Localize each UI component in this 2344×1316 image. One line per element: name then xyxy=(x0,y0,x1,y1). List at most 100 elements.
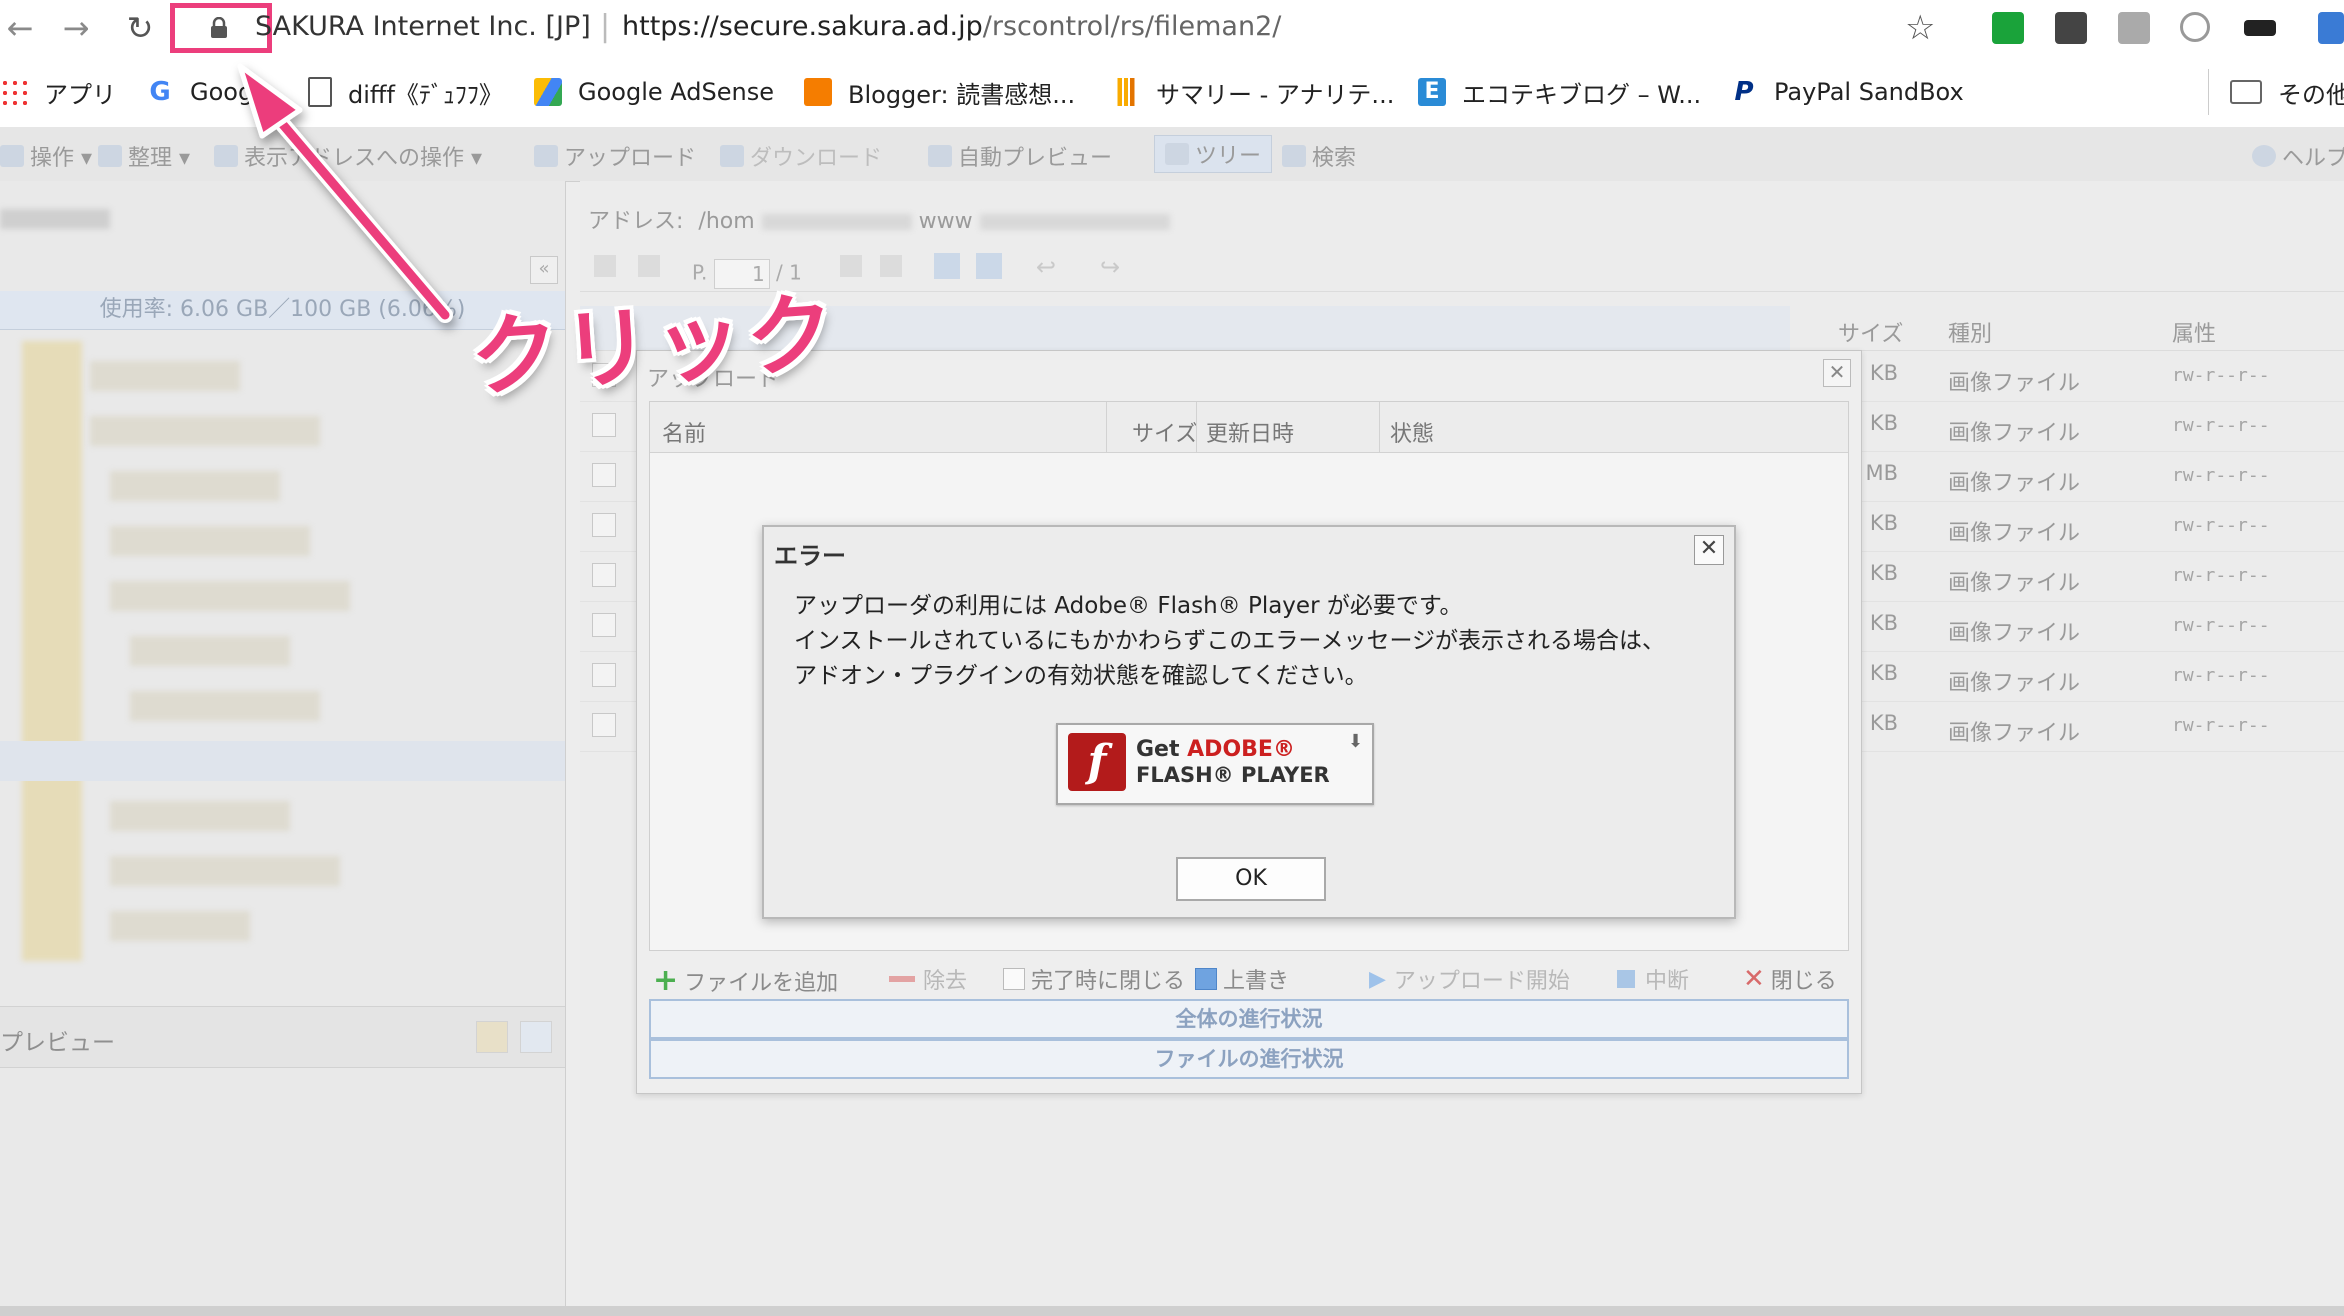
close-on-complete-checkbox[interactable]: 完了時に閉じる xyxy=(1003,963,1185,995)
auto-preview-button[interactable]: 自動プレビュー xyxy=(928,140,1112,172)
size-column-header[interactable]: サイズ xyxy=(1838,316,1903,348)
close-label: 閉じる xyxy=(1770,969,1837,994)
operations-menu[interactable]: 操作 ▾ xyxy=(0,140,92,172)
next-page-icon[interactable] xyxy=(840,255,862,277)
binoculars-icon xyxy=(1282,145,1306,167)
row-checkbox[interactable] xyxy=(592,413,616,437)
extension-circle-icon[interactable] xyxy=(2180,12,2210,42)
kind-column-header[interactable]: 種別 xyxy=(1948,316,1992,348)
file-kind: 画像ファイル xyxy=(1948,671,2081,696)
bookmark-apps[interactable]: アプリ xyxy=(0,75,116,109)
address-ops-menu[interactable]: 表示アドレスへの操作 ▾ xyxy=(214,140,482,172)
forward-icon[interactable]: → xyxy=(56,10,96,46)
checkbox-checked[interactable] xyxy=(1195,968,1217,990)
row-checkbox[interactable] xyxy=(592,713,616,737)
bookmark-other[interactable]: その他 xyxy=(2230,75,2344,109)
bookmark-analytics[interactable]: サマリー - アナリテ... xyxy=(1112,75,1394,109)
blurred-tree-item xyxy=(110,526,310,556)
google-icon: G xyxy=(146,78,174,106)
adsense-icon xyxy=(534,78,562,106)
refresh-icon[interactable] xyxy=(934,253,960,279)
flash-get-text: Get xyxy=(1136,737,1188,762)
upload-icon xyxy=(534,145,558,167)
extension-amazon-icon[interactable] xyxy=(2055,12,2087,44)
redo-icon[interactable]: ↪ xyxy=(1100,253,1140,281)
row-checkbox[interactable] xyxy=(592,663,616,687)
address-ops-label: 表示アドレスへの操作 ▾ xyxy=(244,146,483,171)
extension-glasses-icon[interactable] xyxy=(2244,20,2276,36)
pager-toolbar: P. 1 / 1 ↩ ↪ xyxy=(580,241,2344,292)
preview-panel-header: プレビュー xyxy=(0,1006,565,1068)
blurred-tree-item xyxy=(110,801,290,831)
extension-puzzle-icon[interactable] xyxy=(2118,12,2150,44)
undo-icon[interactable]: ↩ xyxy=(1036,253,1076,281)
blurred-tree-item xyxy=(110,911,250,941)
bookmark-adsense[interactable]: Google AdSense xyxy=(534,75,774,109)
get-flash-player-button[interactable]: f Get ADOBE® FLASH® PLAYER ⬇ xyxy=(1056,723,1374,805)
bookmark-difff[interactable]: difff《ﾃﾞｭﾌﾌ》 xyxy=(308,75,503,109)
add-file-button[interactable]: + ファイルを追加 xyxy=(653,963,838,998)
row-checkbox[interactable] xyxy=(592,513,616,537)
help-icon xyxy=(2252,145,2276,167)
collapse-left-icon[interactable]: « xyxy=(530,256,558,284)
abort-button[interactable]: 中断 xyxy=(1617,963,1689,995)
upload-col-updated: 更新日時 xyxy=(1206,422,1295,447)
file-kind: 画像ファイル xyxy=(1948,721,2081,746)
e-icon: E xyxy=(1418,78,1446,106)
checkbox-unchecked[interactable] xyxy=(1003,968,1025,990)
error-line-2: インストールされているにもかかわらずこのエラーメッセージが表示される場合は、 xyxy=(794,628,1666,654)
first-page-icon[interactable] xyxy=(594,255,616,277)
address-ops-icon xyxy=(214,145,238,167)
extension-check-icon[interactable] xyxy=(1992,12,2024,44)
bookmark-label: エコテキブログ – W... xyxy=(1462,80,1702,109)
url-path: /rscontrol/rs/fileman2/ xyxy=(982,11,1282,42)
back-icon[interactable]: ← xyxy=(0,10,40,46)
upload-button[interactable]: アップロード xyxy=(534,140,696,172)
row-checkbox[interactable] xyxy=(592,613,616,637)
bookmark-star-icon[interactable]: ☆ xyxy=(1905,8,1935,48)
bookmark-label: difff《ﾃﾞｭﾌﾌ》 xyxy=(348,80,503,109)
tree-toggle[interactable]: ツリー xyxy=(1154,135,1273,173)
error-close-icon[interactable]: ✕ xyxy=(1694,535,1724,565)
status-strip xyxy=(0,1306,2344,1316)
close-button[interactable]: ✕ 閉じる xyxy=(1743,963,1837,995)
row-checkbox[interactable] xyxy=(592,563,616,587)
bookmark-label: アプリ xyxy=(44,80,116,109)
analytics-icon xyxy=(1112,78,1140,106)
reload-icon[interactable]: ↻ xyxy=(120,10,160,46)
minus-icon xyxy=(889,976,915,982)
help-button[interactable]: ヘルプ xyxy=(2252,140,2344,172)
bookmark-blogger[interactable]: Blogger: 読書感想... xyxy=(804,75,1075,109)
file-attr: rw-r--r-- xyxy=(2172,465,2270,486)
edit-pencil-icon[interactable] xyxy=(476,1021,508,1053)
selected-tree-row[interactable] xyxy=(0,741,565,781)
file-attr: rw-r--r-- xyxy=(2172,415,2270,436)
bookmarks-bar: アプリ G Goog difff《ﾃﾞｭﾌﾌ》 Google AdSense B… xyxy=(0,57,2344,128)
ok-button[interactable]: OK xyxy=(1176,857,1326,901)
up-folder-icon[interactable] xyxy=(976,253,1002,279)
annotation-click-label: クリック xyxy=(467,281,842,410)
row-checkbox[interactable] xyxy=(592,463,616,487)
bookmark-paypal[interactable]: P PayPal SandBox xyxy=(1730,75,1964,109)
upload-close-icon[interactable]: ✕ xyxy=(1823,359,1851,387)
preview-title: プレビュー xyxy=(0,1030,115,1056)
file-attr: rw-r--r-- xyxy=(2172,365,2270,386)
url-input[interactable]: https://secure.sakura.ad.jp/rscontrol/rs… xyxy=(622,11,1281,42)
overwrite-checkbox[interactable]: 上書き xyxy=(1195,963,1289,995)
file-attr: rw-r--r-- xyxy=(2172,715,2270,736)
refresh-preview-icon[interactable] xyxy=(520,1021,552,1053)
attr-column-header[interactable]: 属性 xyxy=(2172,316,2216,348)
download-button[interactable]: ダウンロード xyxy=(720,140,882,172)
remove-button[interactable]: 除去 xyxy=(889,963,967,995)
blurred-account-name xyxy=(0,209,110,229)
folder-icon xyxy=(2230,80,2262,104)
extension-blue-icon[interactable] xyxy=(2318,12,2344,44)
search-button[interactable]: 検索 xyxy=(1282,140,1356,172)
organize-menu[interactable]: 整理 ▾ xyxy=(98,140,190,172)
secure-site-label[interactable]: SAKURA Internet Inc. [JP] xyxy=(255,11,591,42)
file-kind: 画像ファイル xyxy=(1948,471,2081,496)
bookmark-ecoteki[interactable]: E エコテキブログ – W... xyxy=(1418,75,1701,109)
bookmark-google[interactable]: G Goog xyxy=(146,75,253,109)
last-page-icon[interactable] xyxy=(880,255,902,277)
start-upload-button[interactable]: ▶ アップロード開始 xyxy=(1369,963,1570,995)
